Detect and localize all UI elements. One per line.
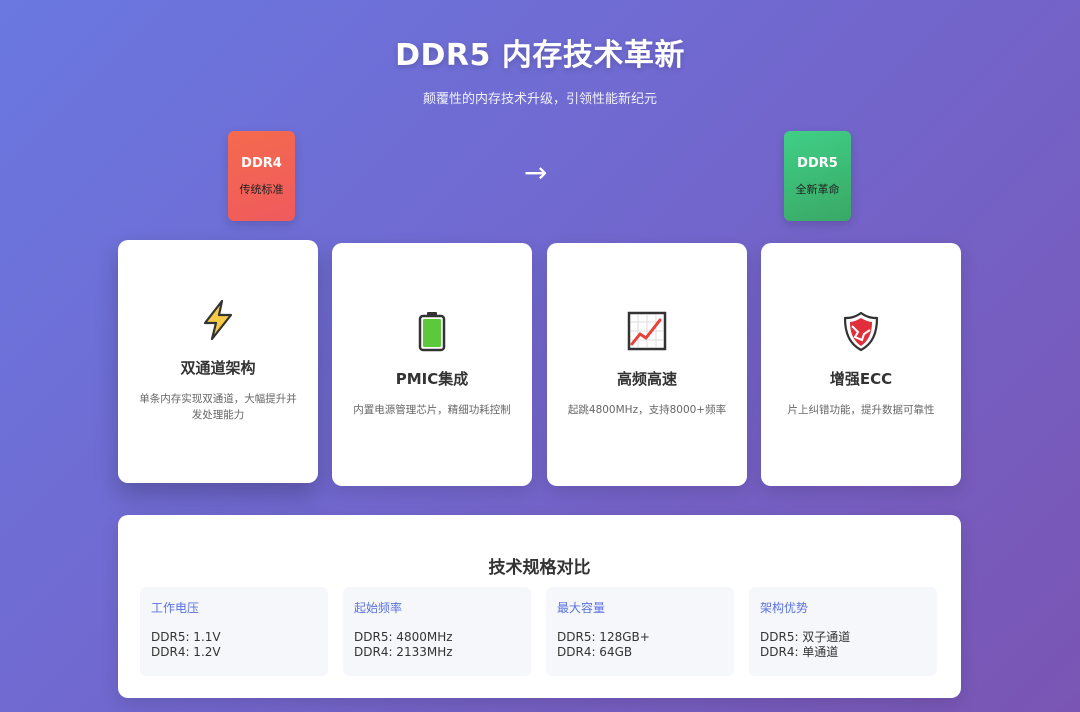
feature-desc: 起跳4800MHz，支持8000+频率 [567, 404, 727, 417]
feature-card-dual-channel[interactable]: 双通道架构 单条内存实现双通道，大幅提升并发处理能力 [118, 240, 318, 483]
feature-desc: 内置电源管理芯片，精细功耗控制 [353, 404, 511, 417]
spec-ddr4-value: DDR4: 2133MHz [354, 645, 453, 659]
page-subtitle: 颠覆性的内存技术升级，引领性能新纪元 [422, 92, 657, 107]
chart-increasing-icon [627, 311, 667, 351]
spec-label: 最大容量 [557, 601, 606, 615]
spec-ddr5-value: DDR5: 1.1V [151, 630, 221, 644]
ddr5-badge-desc: 全新革命 [795, 182, 840, 196]
feature-desc: 单条内存实现双通道，大幅提升并发处理能力 [139, 393, 297, 421]
spec-label: 架构优势 [760, 601, 809, 615]
feature-title: PMIC集成 [395, 370, 469, 389]
arrow-right-icon: → [524, 156, 548, 189]
page-title: DDR5 内存技术革新 [395, 38, 685, 73]
spec-capacity: 最大容量 DDR5: 128GB+ DDR4: 64GB [546, 587, 734, 676]
page-header: DDR5 内存技术革新 颠覆性的内存技术升级，引领性能新纪元 [0, 30, 1080, 107]
spec-voltage: 工作电压 DDR5: 1.1V DDR4: 1.2V [140, 587, 328, 676]
spec-comparison-title: 技术规格对比 [488, 558, 591, 578]
feature-card-pmic[interactable]: PMIC集成 内置电源管理芯片，精细功耗控制 [332, 243, 532, 486]
spec-ddr5-value: DDR5: 双子通道 [760, 630, 851, 644]
spec-ddr4-value: DDR4: 单通道 [760, 645, 839, 659]
lightning-icon [203, 300, 233, 341]
spec-frequency: 起始频率 DDR5: 4800MHz DDR4: 2133MHz [343, 587, 531, 676]
feature-card-high-frequency[interactable]: 高频高速 起跳4800MHz，支持8000+频率 [547, 243, 747, 486]
spec-ddr5-value: DDR5: 4800MHz [354, 630, 453, 644]
feature-title: 增强ECC [829, 370, 893, 389]
spec-comparison-panel: 技术规格对比 工作电压 DDR5: 1.1V DDR4: 1.2V 起始频率 D… [118, 515, 961, 698]
ddr4-badge-desc: 传统标准 [239, 182, 284, 196]
ddr5-badge-name: DDR5 [797, 155, 838, 171]
feature-title: 双通道架构 [180, 359, 256, 378]
feature-title: 高频高速 [616, 370, 677, 389]
ddr5-badge: DDR5 全新革命 [784, 131, 851, 221]
spec-label: 起始频率 [354, 601, 403, 615]
ddr4-badge: DDR4 传统标准 [228, 131, 295, 221]
spec-label: 工作电压 [151, 601, 200, 615]
spec-ddr5-value: DDR5: 128GB+ [557, 630, 650, 644]
feature-desc: 片上纠错功能，提升数据可靠性 [787, 404, 935, 417]
battery-icon [418, 312, 446, 352]
ddr4-badge-name: DDR4 [241, 155, 282, 171]
spec-ddr4-value: DDR4: 64GB [557, 645, 633, 659]
spec-ddr4-value: DDR4: 1.2V [151, 645, 221, 659]
spec-architecture: 架构优势 DDR5: 双子通道 DDR4: 单通道 [749, 587, 937, 676]
shield-icon [843, 312, 879, 352]
feature-card-ecc[interactable]: 增强ECC 片上纠错功能，提升数据可靠性 [761, 243, 961, 486]
